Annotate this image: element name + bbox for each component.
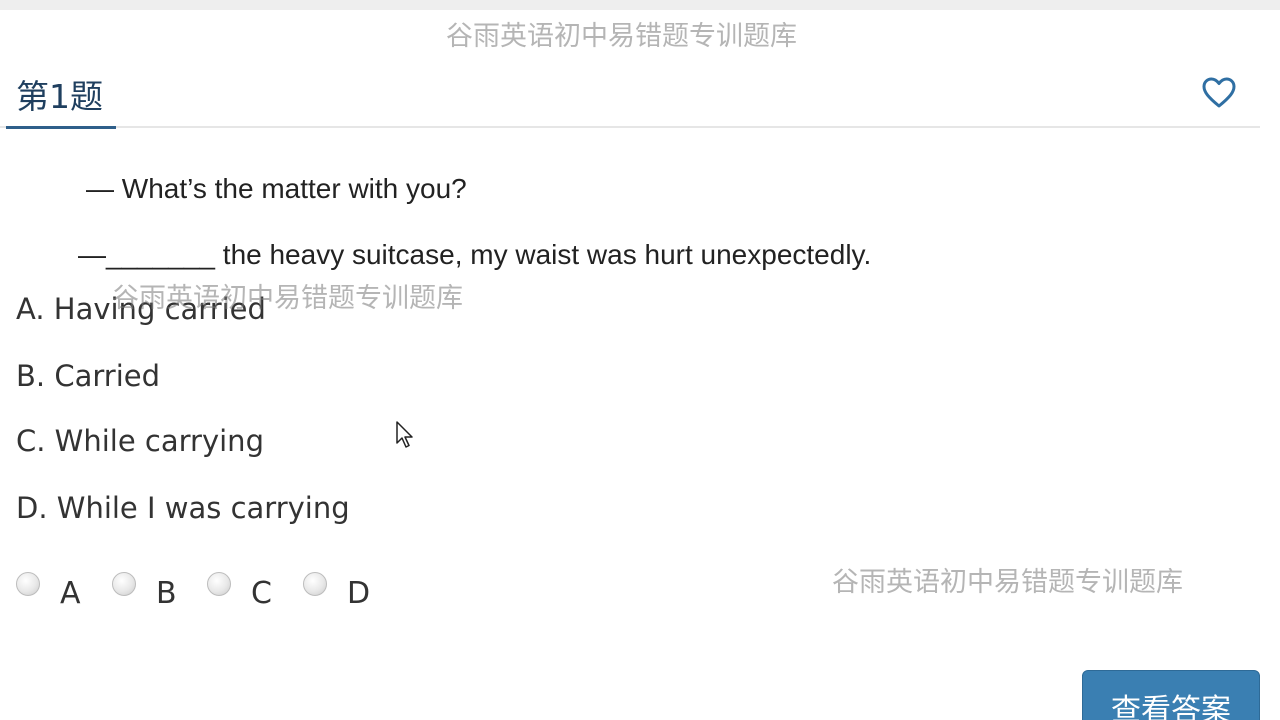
radio-label-d: D [347,576,371,611]
option-b-text: B. Carried [16,359,160,393]
watermark-bottom: 谷雨英语初中易错题专训题库 [832,567,1183,598]
radio-label-a: A [60,576,81,611]
question-header: 第1题 [0,62,1260,129]
option-d-text: D. While I was carrying [16,491,350,525]
radio-circle-d[interactable] [303,572,327,596]
question-line-2: —_______ the heavy suitcase, my waist wa… [78,239,872,270]
radio-label-b: B [156,576,177,611]
mouse-pointer-icon [396,421,414,449]
tab-question-number[interactable]: 第1题 [6,62,116,129]
option-a-text: A. Having carried [16,292,266,326]
radio-circle-b[interactable] [112,572,136,596]
view-answer-button[interactable]: 查看答案 [1082,670,1260,720]
question-page: 谷雨英语初中易错题专训题库 谷雨英语初中易错题专训题库 谷雨英语初中易错题专训题… [0,0,1280,720]
heart-outline-icon[interactable] [1200,76,1238,110]
option-c-text: C. While carrying [16,424,264,458]
watermark-top: 谷雨英语初中易错题专训题库 [446,21,797,52]
radio-circle-c[interactable] [207,572,231,596]
answer-radio-group: A B C D [16,570,416,614]
question-line-1: — What’s the matter with you? [86,173,467,204]
radio-label-c: C [251,576,272,611]
radio-circle-a[interactable] [16,572,40,596]
question-number-label: 第1题 [16,77,103,116]
